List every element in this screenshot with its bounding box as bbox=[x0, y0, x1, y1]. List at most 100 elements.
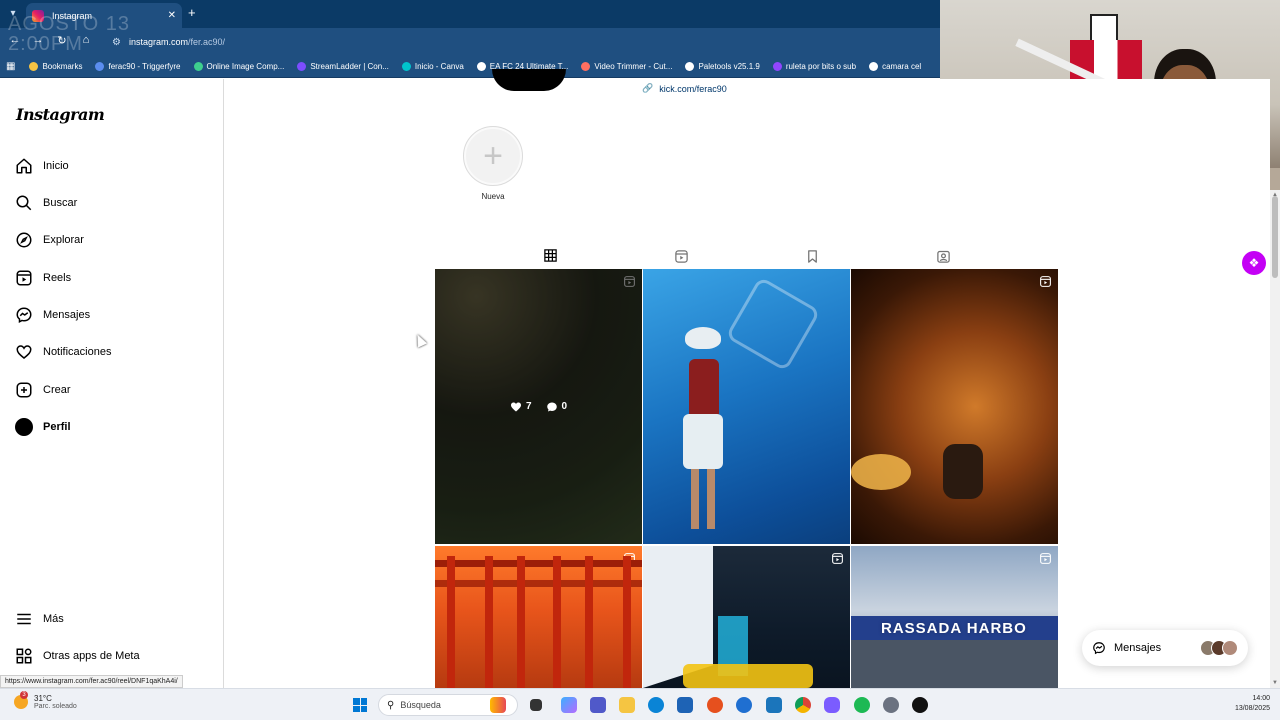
bookmark-item[interactable]: camara cel bbox=[869, 62, 921, 71]
tab-reels[interactable] bbox=[666, 242, 696, 270]
page-scrollbar[interactable]: ▲ ▼ bbox=[1270, 190, 1280, 688]
post-tile[interactable] bbox=[851, 269, 1058, 544]
tab-saved[interactable] bbox=[797, 242, 827, 270]
profile-picture[interactable] bbox=[492, 69, 566, 91]
apps-grid-icon[interactable]: ▦ bbox=[6, 61, 15, 72]
browser-toolbar: ← → ↻ ⌂ ⚙ instagram.com/fer.ac90/ bbox=[0, 28, 940, 56]
post-tile[interactable] bbox=[435, 546, 642, 688]
post-tile[interactable]: RASSADA HARBO bbox=[851, 546, 1058, 688]
sidebar-item-notificaciones[interactable]: Notificaciones bbox=[15, 340, 111, 364]
bookmark-item[interactable]: Paletools v25.1.9 bbox=[685, 62, 760, 71]
task-view-icon[interactable] bbox=[530, 699, 542, 711]
sidebar-item-reels[interactable]: Reels bbox=[15, 266, 71, 290]
new-highlight-button[interactable]: + bbox=[463, 126, 523, 186]
bookmark-item[interactable]: StreamLadder | Con... bbox=[297, 62, 389, 71]
plus-square-icon bbox=[16, 382, 32, 398]
bookmark-item[interactable]: Online Image Comp... bbox=[193, 62, 284, 71]
sidebar-item-mensajes[interactable]: Mensajes bbox=[15, 303, 90, 327]
post-tile[interactable] bbox=[643, 269, 850, 544]
harbor-building bbox=[851, 640, 1058, 688]
bookmark-item[interactable]: Video Trimmer - Cut... bbox=[581, 62, 672, 71]
search-icon: ⚲ bbox=[387, 699, 395, 711]
post-hover-stats: 7 0 bbox=[435, 269, 642, 544]
photos-icon[interactable] bbox=[766, 697, 782, 713]
bookmark-item[interactable]: ruleta por bits o sub bbox=[772, 62, 856, 71]
settings-gear-icon[interactable] bbox=[883, 697, 899, 713]
file-explorer-icon[interactable] bbox=[619, 697, 635, 713]
torii-beam bbox=[435, 580, 642, 587]
sidebar-item-crear[interactable]: Crear bbox=[15, 378, 71, 402]
browser-tab-bar: ▾ Instagram ✕ + bbox=[0, 0, 940, 28]
chrome-icon[interactable] bbox=[795, 697, 811, 713]
posts-grid: 7 0 RASSADA HARBO bbox=[435, 269, 1058, 688]
sidebar-nav: Instagram Inicio Buscar Explorar Reels M… bbox=[0, 79, 224, 688]
torii-pillar bbox=[447, 556, 455, 688]
neon-text-sign bbox=[683, 664, 813, 688]
cave-light bbox=[851, 454, 911, 490]
sun-icon: 3 bbox=[14, 691, 28, 709]
bio-link[interactable]: 🔗 kick.com/ferac90 bbox=[642, 83, 727, 94]
home-icon bbox=[16, 158, 32, 174]
bookmark-item[interactable]: Bookmarks bbox=[29, 62, 82, 71]
instagram-page: Instagram Inicio Buscar Explorar Reels M… bbox=[0, 69, 1270, 688]
highlight-label: Nueva bbox=[481, 192, 505, 201]
new-tab-plus-icon[interactable]: + bbox=[188, 5, 196, 20]
torii-beam bbox=[435, 560, 642, 567]
copilot-icon[interactable] bbox=[561, 697, 577, 713]
harbor-sign-text: RASSADA HARBO bbox=[881, 620, 1027, 637]
tagged-user-icon bbox=[936, 250, 950, 263]
post-tile[interactable] bbox=[643, 546, 850, 688]
avatar bbox=[15, 418, 33, 436]
reel-badge-icon bbox=[1040, 276, 1051, 287]
store-icon[interactable] bbox=[677, 697, 693, 713]
weather-widget[interactable]: 3 31°C Parc. soleado bbox=[14, 691, 77, 710]
link-icon: 🔗 bbox=[642, 83, 654, 93]
sidebar-item-otras-apps[interactable]: Otras apps de Meta bbox=[15, 644, 140, 668]
tab-posts[interactable] bbox=[535, 242, 565, 270]
scrollbar-thumb[interactable] bbox=[1272, 196, 1278, 278]
comment-filled-icon bbox=[546, 402, 557, 411]
instagram-logo[interactable]: Instagram bbox=[16, 105, 105, 124]
post-tile[interactable]: 7 0 bbox=[435, 269, 642, 544]
spotify-icon[interactable] bbox=[854, 697, 870, 713]
tab-tagged[interactable] bbox=[928, 242, 958, 270]
bookmark-item[interactable]: Inicio - Canva bbox=[401, 62, 464, 71]
windows-start-icon[interactable] bbox=[353, 698, 367, 712]
sidebar-item-explorar[interactable]: Explorar bbox=[15, 228, 84, 252]
system-clock[interactable]: 14:00 13/08/2025 bbox=[1222, 694, 1270, 714]
hamburger-menu-icon bbox=[17, 613, 31, 625]
office-icon[interactable] bbox=[707, 697, 723, 713]
windows-taskbar: 3 31°C Parc. soleado ⚲ Búsqueda 14:00 13… bbox=[0, 688, 1280, 720]
sidebar-item-mas[interactable]: Más bbox=[15, 607, 64, 631]
compass-icon bbox=[16, 232, 32, 248]
sidebar-item-buscar[interactable]: Buscar bbox=[15, 191, 77, 215]
sidebar-item-inicio[interactable]: Inicio bbox=[15, 154, 69, 178]
sidebar-item-perfil[interactable]: Perfil bbox=[15, 415, 71, 439]
torii-pillar bbox=[585, 556, 593, 688]
bookmark-icon bbox=[807, 249, 817, 263]
search-icon bbox=[16, 195, 32, 211]
heart-icon bbox=[16, 345, 32, 359]
bookmark-item[interactable]: ferac90 - Triggerfyre bbox=[95, 62, 181, 71]
teams-icon[interactable] bbox=[590, 697, 606, 713]
plus-icon: + bbox=[466, 129, 520, 183]
mail-icon[interactable] bbox=[736, 697, 752, 713]
messenger-icon bbox=[1093, 642, 1105, 655]
url-text: instagram.com/fer.ac90/ bbox=[128, 37, 226, 47]
reel-badge-icon bbox=[1040, 553, 1051, 564]
meta-apps-icon bbox=[16, 648, 32, 664]
messages-floating-button[interactable]: Mensajes bbox=[1082, 630, 1248, 666]
discord-icon[interactable] bbox=[824, 697, 840, 713]
tab-close-icon[interactable]: ✕ bbox=[168, 10, 176, 21]
app-icon[interactable] bbox=[912, 697, 928, 713]
link-status-bar: https://www.instagram.com/fer.ac90/reel/… bbox=[0, 675, 183, 688]
extension-floating-icon[interactable]: ❖ bbox=[1242, 251, 1266, 275]
scroll-down-arrow-icon[interactable]: ▼ bbox=[1272, 680, 1278, 686]
stingray-shape bbox=[725, 276, 821, 372]
edge-icon[interactable] bbox=[648, 697, 664, 713]
cave-visitor bbox=[943, 444, 983, 499]
grid-icon bbox=[543, 249, 557, 262]
messenger-icon bbox=[16, 307, 32, 323]
address-bar[interactable]: ⚙ instagram.com/fer.ac90/ bbox=[104, 31, 934, 53]
widgets-app-icon[interactable] bbox=[490, 697, 506, 713]
